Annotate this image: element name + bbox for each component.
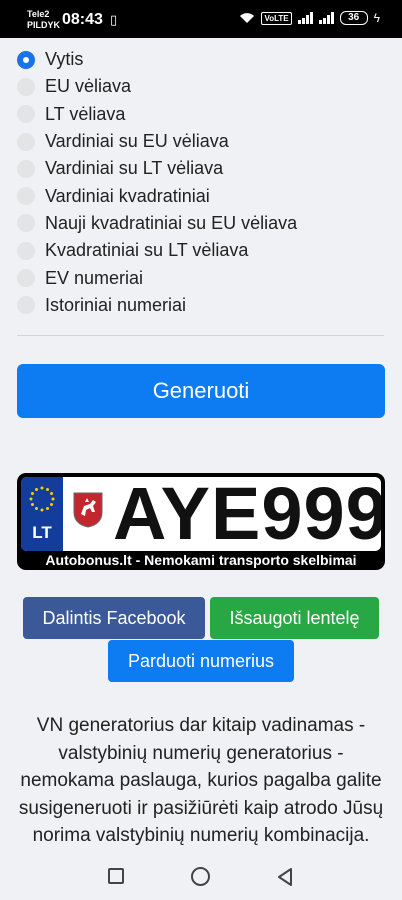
plate-type-option[interactable]: Nauji kvadratiniai su EU vėliava — [17, 210, 297, 237]
carrier-name: Tele2 — [27, 9, 50, 19]
radio-button[interactable] — [17, 159, 35, 178]
radio-button[interactable] — [17, 241, 35, 260]
plate-type-option[interactable]: EU vėliava — [17, 73, 297, 100]
radio-label[interactable]: Vardiniai su EU vėliava — [45, 131, 229, 152]
recent-apps-icon[interactable] — [108, 868, 124, 884]
vytis-coat-of-arms-icon — [73, 492, 103, 528]
radio-label[interactable]: Vytis — [45, 49, 83, 70]
volte-badge: VoLTE — [261, 11, 292, 25]
radio-label[interactable]: Nauji kvadratiniai su EU vėliava — [45, 213, 297, 234]
generate-button[interactable]: Generuoti — [17, 364, 385, 418]
license-plate-preview: LT AYE999 Autobonus.lt - Nemokami transp… — [17, 473, 385, 570]
sell-plates-button[interactable]: Parduoti numerius — [108, 640, 294, 682]
status-icons: VoLTE 36 ϟ — [239, 11, 380, 25]
page-content: Vytis EU vėliava LT vėliava Vardiniai su EU… — [0, 38, 402, 848]
radio-button[interactable] — [17, 269, 35, 288]
plate-caption: Autobonus.lt - Nemokami transporto skelb… — [45, 552, 357, 568]
plate-type-option[interactable]: LT vėliava — [17, 101, 297, 128]
radio-button[interactable] — [17, 105, 35, 124]
plate-type-option[interactable]: Kvadratiniai su LT vėliava — [17, 237, 297, 264]
plate-number: AYE999 — [113, 477, 381, 551]
plate-face: LT AYE999 — [21, 477, 381, 551]
radio-button[interactable] — [17, 296, 35, 315]
radio-label[interactable]: Istoriniai numeriai — [45, 295, 186, 316]
radio-button[interactable] — [17, 77, 35, 96]
home-icon[interactable] — [191, 867, 210, 886]
divider — [17, 335, 384, 336]
system-nav-bar — [0, 848, 402, 900]
radio-button[interactable] — [17, 214, 35, 233]
radio-label[interactable]: Kvadratiniai su LT vėliava — [45, 240, 248, 261]
battery-icon: 36 — [339, 11, 368, 25]
plate-type-option[interactable]: Vardiniai su EU vėliava — [17, 128, 297, 155]
carrier-label: Tele2 PILDYK — [27, 9, 60, 31]
back-icon[interactable] — [276, 867, 294, 887]
save-plate-button[interactable]: Išsaugoti lentelę — [210, 597, 379, 639]
wifi-icon — [240, 13, 255, 23]
radio-button[interactable] — [17, 50, 35, 69]
plate-type-option[interactable]: Istoriniai numeriai — [17, 292, 297, 319]
charging-icon: ϟ — [373, 11, 380, 25]
vibrate-icon: ▯ — [110, 12, 118, 27]
plate-type-option[interactable]: Vytis — [17, 46, 297, 73]
share-facebook-button[interactable]: Dalintis Facebook — [23, 597, 205, 639]
country-code: LT — [32, 523, 52, 542]
radio-label[interactable]: EU vėliava — [45, 76, 131, 97]
plate-type-options: Vytis EU vėliava LT vėliava Vardiniai su EU… — [17, 46, 297, 319]
plate-type-option[interactable]: Vardiniai kvadratiniai — [17, 182, 297, 209]
radio-label[interactable]: Vardiniai su LT vėliava — [45, 158, 223, 179]
plate-type-option[interactable]: EV numeriai — [17, 264, 297, 291]
signal-icon-2 — [318, 12, 334, 24]
signal-icon — [297, 12, 313, 24]
eu-stars-icon — [29, 486, 55, 512]
plate-type-option[interactable]: Vardiniai su LT vėliava — [17, 155, 297, 182]
status-bar: Tele2 PILDYK 08:43 ▯ VoLTE 36 ϟ — [0, 0, 402, 38]
radio-button[interactable] — [17, 187, 35, 206]
eu-band: LT — [21, 477, 63, 551]
radio-label[interactable]: EV numeriai — [45, 268, 143, 289]
description-text: VN generatorius dar kitaip vadinamas - v… — [18, 715, 384, 846]
radio-label[interactable]: Vardiniai kvadratiniai — [45, 186, 210, 207]
carrier-plan: PILDYK — [27, 20, 61, 30]
radio-button[interactable] — [17, 132, 35, 151]
status-time: 08:43 — [62, 11, 103, 28]
radio-label[interactable]: LT vėliava — [45, 104, 125, 125]
